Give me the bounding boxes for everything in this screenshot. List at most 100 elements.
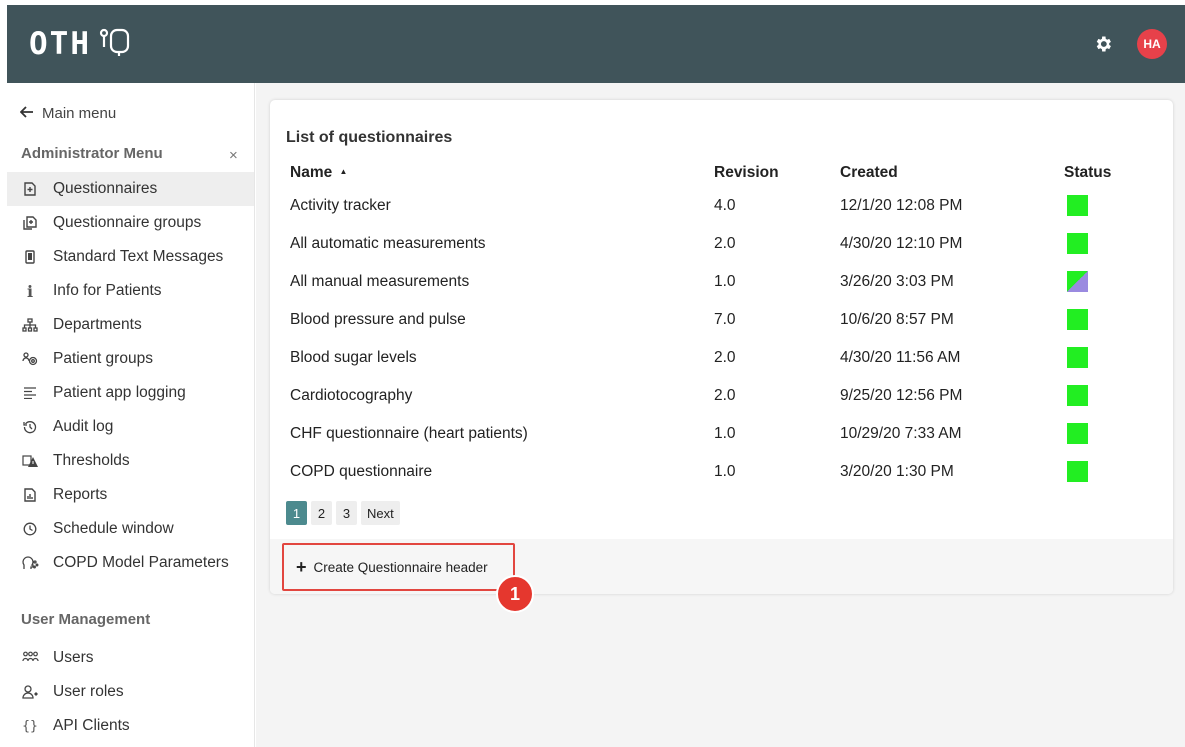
sidebar-item-label: Questionnaires: [53, 180, 158, 197]
row-name[interactable]: All automatic measurements: [290, 235, 486, 253]
user-management-title: User Management: [21, 611, 151, 628]
lines-icon: [21, 387, 39, 399]
row-name[interactable]: Cardiotocography: [290, 387, 412, 405]
user-role-icon: [21, 685, 39, 699]
report-icon: [21, 488, 39, 502]
sidebar-item-user-roles[interactable]: User roles: [7, 675, 254, 709]
row-revision: 1.0: [714, 425, 736, 442]
page-3-button[interactable]: 3: [336, 501, 357, 525]
logo-device-icon: [97, 25, 131, 64]
admin-menu-title: Administrator Menu: [21, 145, 163, 162]
sidebar-item-label: Patient groups: [53, 350, 153, 367]
row-created: 10/29/20 7:33 AM: [840, 425, 962, 442]
row-name[interactable]: All manual measurements: [290, 273, 469, 291]
column-header-name-label: Name: [290, 164, 333, 181]
row-name[interactable]: Activity tracker: [290, 197, 391, 215]
next-page-button[interactable]: Next: [361, 501, 400, 525]
top-right-controls: HA: [1091, 29, 1167, 59]
sidebar-item-api-clients[interactable]: {} API Clients: [7, 709, 254, 743]
info-icon: i: [26, 281, 34, 301]
row-created: 10/6/20 8:57 PM: [840, 311, 954, 328]
row-created: 4/30/20 11:56 AM: [840, 349, 961, 366]
sidebar-item-label: User roles: [53, 683, 124, 700]
group-icon: [21, 352, 39, 366]
page-title: List of questionnaires: [286, 129, 453, 146]
sidebar-item-thresholds[interactable]: Thresholds: [7, 444, 254, 478]
history-icon: [21, 420, 39, 434]
row-revision: 1.0: [714, 463, 736, 480]
sidebar-item-label: Reports: [53, 486, 108, 503]
sidebar-item-label: Info for Patients: [53, 282, 162, 299]
sidebar-item-copd-model-parameters[interactable]: COPD Model Parameters: [7, 546, 254, 580]
row-created: 12/1/20 12:08 PM: [840, 197, 963, 214]
sidebar: Main menu Administrator Menu × Questionn…: [7, 83, 255, 747]
sidebar-item-departments[interactable]: Departments: [7, 308, 254, 342]
status-indicator-mixed: [1067, 271, 1088, 292]
top-bar: OTH HA: [7, 5, 1185, 83]
row-name[interactable]: Blood pressure and pulse: [290, 311, 466, 329]
column-header-revision[interactable]: Revision: [714, 164, 779, 182]
warning-icon: [21, 454, 39, 468]
main-menu-link[interactable]: Main menu: [19, 105, 117, 122]
logo[interactable]: OTH: [29, 25, 131, 64]
row-created: 9/25/20 12:56 PM: [840, 387, 963, 404]
arrow-left-icon: [19, 105, 34, 122]
column-header-status[interactable]: Status: [1064, 164, 1111, 182]
row-name[interactable]: COPD questionnaire: [290, 463, 432, 481]
documents-icon: [21, 216, 39, 230]
avatar[interactable]: HA: [1137, 29, 1167, 59]
pagination: 1 2 3 Next: [286, 501, 400, 525]
status-indicator: [1067, 347, 1088, 368]
sidebar-item-audit-log[interactable]: Audit log: [7, 410, 254, 444]
status-indicator: [1067, 461, 1088, 482]
sidebar-item-label: Questionnaire groups: [53, 214, 202, 231]
gear-icon[interactable]: [1091, 32, 1115, 56]
sidebar-item-standard-text-messages[interactable]: Standard Text Messages: [7, 240, 254, 274]
create-questionnaire-header-button[interactable]: + Create Questionnaire header: [282, 543, 515, 591]
main-menu-label: Main menu: [42, 105, 117, 122]
sidebar-item-info-for-patients[interactable]: i Info for Patients: [7, 274, 254, 308]
sidebar-item-reports[interactable]: Reports: [7, 478, 254, 512]
sidebar-item-patient-groups[interactable]: Patient groups: [7, 342, 254, 376]
sidebar-item-label: Schedule window: [53, 520, 174, 537]
sidebar-item-questionnaires[interactable]: Questionnaires: [7, 172, 254, 206]
status-indicator: [1067, 233, 1088, 254]
sidebar-item-label: Users: [53, 649, 94, 666]
column-header-name[interactable]: Name ▲: [290, 164, 347, 182]
sidebar-item-label: COPD Model Parameters: [53, 554, 229, 571]
logo-text: OTH: [29, 26, 91, 62]
row-created: 3/26/20 3:03 PM: [840, 273, 954, 290]
hierarchy-icon: [21, 318, 39, 332]
questionnaire-card: List of questionnaires Name ▲ Revision C…: [270, 100, 1173, 594]
row-name[interactable]: Blood sugar levels: [290, 349, 417, 367]
page-2-button[interactable]: 2: [311, 501, 332, 525]
sidebar-item-label: Thresholds: [53, 452, 130, 469]
plus-icon: +: [296, 557, 307, 577]
sidebar-item-label: Audit log: [53, 418, 114, 435]
clock-icon: [21, 522, 39, 536]
row-revision: 1.0: [714, 273, 736, 290]
sidebar-item-questionnaire-groups[interactable]: Questionnaire groups: [7, 206, 254, 240]
phone-icon: [21, 250, 39, 264]
callout-badge: 1: [496, 575, 534, 613]
sidebar-item-patient-app-logging[interactable]: Patient app logging: [7, 376, 254, 410]
status-indicator: [1067, 309, 1088, 330]
row-revision: 7.0: [714, 311, 736, 328]
row-name[interactable]: CHF questionnaire (heart patients): [290, 425, 528, 443]
sidebar-item-schedule-window[interactable]: Schedule window: [7, 512, 254, 546]
row-created: 4/30/20 12:10 PM: [840, 235, 963, 252]
status-indicator: [1067, 423, 1088, 444]
row-revision: 2.0: [714, 235, 736, 252]
row-revision: 4.0: [714, 197, 736, 214]
sidebar-item-label: Standard Text Messages: [53, 248, 224, 265]
sidebar-item-users[interactable]: Users: [7, 641, 254, 675]
head-icon: [21, 556, 39, 570]
create-button-label: Create Questionnaire header: [313, 559, 488, 575]
close-icon[interactable]: ×: [229, 147, 238, 164]
column-header-created[interactable]: Created: [840, 164, 898, 182]
braces-icon: {}: [22, 718, 38, 734]
sort-ascending-icon: ▲: [339, 167, 348, 176]
sidebar-item-label: API Clients: [53, 717, 130, 734]
row-revision: 2.0: [714, 387, 736, 404]
page-1-button[interactable]: 1: [286, 501, 307, 525]
